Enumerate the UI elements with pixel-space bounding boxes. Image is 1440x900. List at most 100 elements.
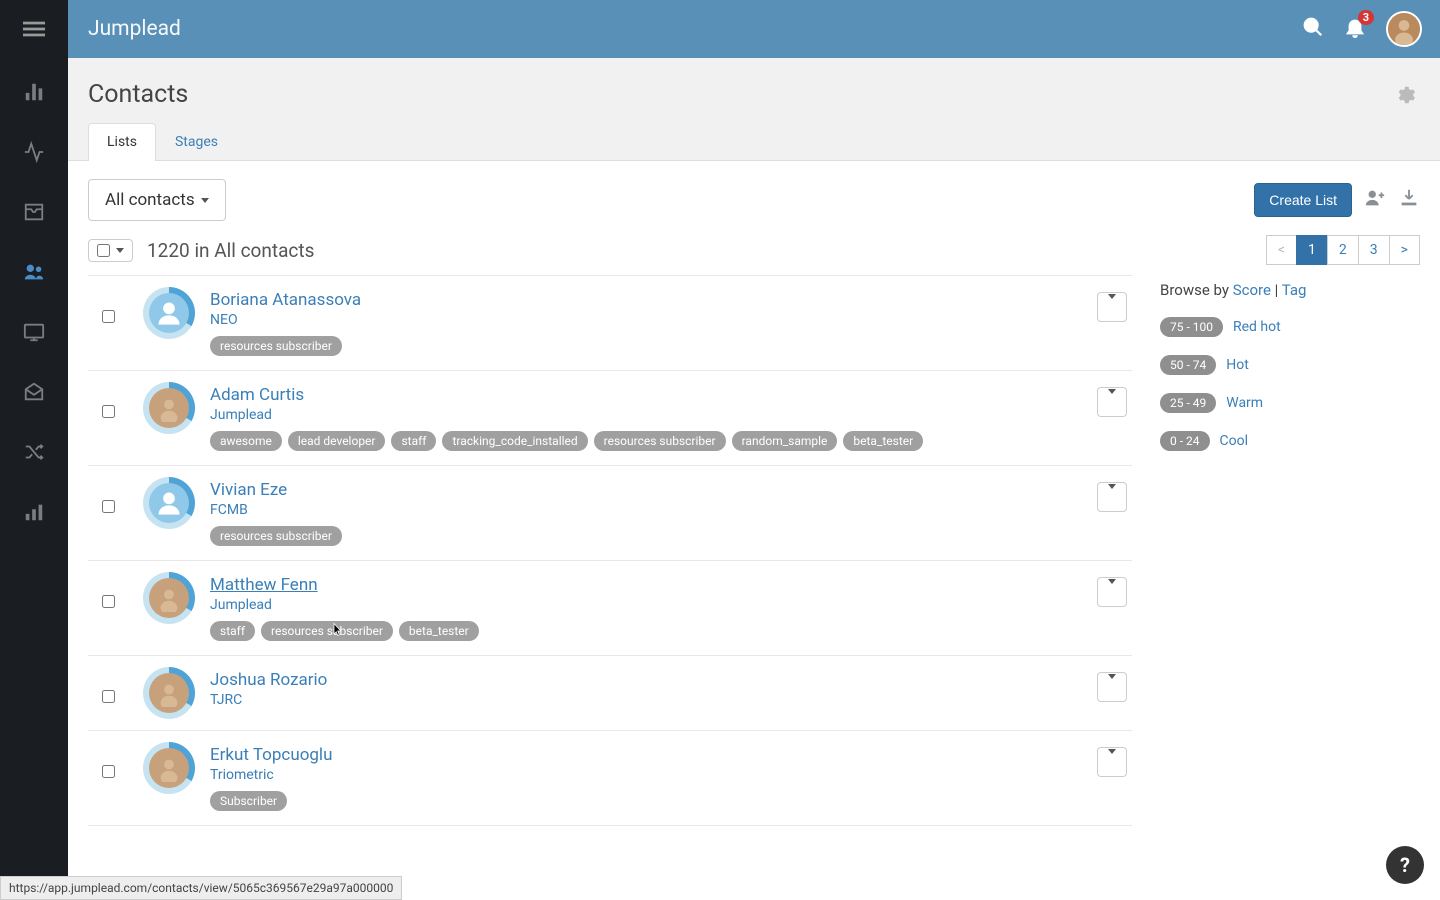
contact-company[interactable]: NEO [210,312,1074,328]
row-actions-dropdown[interactable] [1097,747,1127,777]
row-checkbox[interactable] [102,500,115,513]
contact-row: Vivian Eze FCMB resources subscriber [88,466,1132,561]
contact-avatar[interactable] [146,745,192,791]
tag-chip[interactable]: beta_tester [843,431,923,451]
create-list-button[interactable]: Create List [1254,183,1352,217]
nav-analytics-icon[interactable] [16,494,52,530]
pagination: < 1 2 3 > [1266,235,1420,265]
score-range-pill: 75 - 100 [1160,317,1223,337]
results-count: 1220 in All contacts [147,239,314,262]
page-title: Contacts [88,80,1420,109]
tag-chip[interactable]: resources subscriber [261,621,393,641]
contact-name[interactable]: Adam Curtis [210,385,1074,405]
contact-avatar[interactable] [146,575,192,621]
tag-chip[interactable]: staff [210,621,255,641]
settings-gear-icon[interactable] [1394,84,1416,110]
row-checkbox[interactable] [102,690,115,703]
page-2[interactable]: 2 [1327,235,1359,265]
contact-company[interactable]: FCMB [210,502,1074,518]
status-bar: https://app.jumplead.com/contacts/view/5… [0,876,402,900]
contacts-list: Boriana Atanassova NEO resources subscribe… [88,275,1132,826]
tag-chip[interactable]: awesome [210,431,282,451]
page-next[interactable]: > [1389,235,1420,265]
nav-activity-icon[interactable] [16,134,52,170]
nav-screens-icon[interactable] [16,314,52,350]
caret-down-icon [201,198,209,203]
score-label-link[interactable]: Red hot [1233,319,1281,335]
row-actions-dropdown[interactable] [1097,482,1127,512]
score-range-pill: 50 - 74 [1160,355,1216,375]
browse-sidebar: Browse by Score | Tag 75 - 100Red hot50 … [1160,275,1420,826]
user-avatar[interactable] [1386,11,1422,47]
nav-mail-icon[interactable] [16,374,52,410]
nav-inbox-icon[interactable] [16,194,52,230]
contact-avatar[interactable] [146,480,192,526]
contact-avatar[interactable] [146,385,192,431]
tag-chip[interactable]: Subscriber [210,791,287,811]
score-row: 75 - 100 Red hot [1160,317,1420,337]
browse-score-link[interactable]: Score [1233,281,1271,299]
contact-company[interactable]: Triometric [210,767,1074,783]
score-label-link[interactable]: Cool [1220,433,1249,449]
select-all-dropdown[interactable] [88,239,133,262]
contact-name[interactable]: Boriana Atanassova [210,290,1074,310]
notifications-badge: 3 [1358,10,1374,25]
topbar: Jumplead 3 [68,0,1440,58]
contact-company[interactable]: TJRC [210,692,1074,708]
download-icon[interactable] [1398,187,1420,213]
page-prev[interactable]: < [1266,235,1297,265]
contact-row: Erkut Topcuoglu Triometric Subscriber [88,731,1132,826]
contact-name[interactable]: Joshua Rozario [210,670,1074,690]
nav-contacts-icon[interactable] [16,254,52,290]
browse-tag-link[interactable]: Tag [1282,281,1307,299]
sidebar [0,0,68,900]
score-label-link[interactable]: Hot [1226,357,1249,373]
row-checkbox[interactable] [102,765,115,778]
row-actions-dropdown[interactable] [1097,292,1127,322]
score-range-pill: 25 - 49 [1160,393,1216,413]
tab-lists[interactable]: Lists [88,123,156,161]
nav-dashboard-icon[interactable] [16,74,52,110]
tag-chip[interactable]: resources subscriber [594,431,726,451]
contact-name[interactable]: Matthew Fenn [210,575,1074,595]
filter-dropdown[interactable]: All contacts [88,179,226,221]
row-actions-dropdown[interactable] [1097,672,1127,702]
search-icon[interactable] [1302,16,1324,42]
select-all-checkbox[interactable] [97,244,110,257]
contact-avatar[interactable] [146,290,192,336]
tag-chip[interactable]: lead developer [288,431,386,451]
score-label-link[interactable]: Warm [1226,395,1263,411]
notifications-icon[interactable]: 3 [1344,16,1366,42]
tag-chip[interactable]: resources subscriber [210,336,342,356]
tag-chip[interactable]: staff [391,431,436,451]
add-contact-icon[interactable] [1364,187,1386,213]
help-fab[interactable]: ? [1386,846,1424,884]
page-1[interactable]: 1 [1296,235,1328,265]
tag-chip[interactable]: beta_tester [399,621,479,641]
tag-chip[interactable]: resources subscriber [210,526,342,546]
contact-company[interactable]: Jumplead [210,597,1074,613]
nav-shuffle-icon[interactable] [16,434,52,470]
contact-avatar[interactable] [146,670,192,716]
tag-chip[interactable]: tracking_code_installed [442,431,587,451]
row-actions-dropdown[interactable] [1097,387,1127,417]
row-checkbox[interactable] [102,310,115,323]
tab-stages[interactable]: Stages [156,123,237,160]
filter-label: All contacts [105,190,195,210]
contact-name[interactable]: Erkut Topcuoglu [210,745,1074,765]
contact-company[interactable]: Jumplead [210,407,1074,423]
brand-logo[interactable]: Jumplead [88,17,181,41]
row-checkbox[interactable] [102,405,115,418]
page-3[interactable]: 3 [1358,235,1390,265]
contact-row: Matthew Fenn Jumplead staff resources subsc… [88,561,1132,656]
score-row: 25 - 49 Warm [1160,393,1420,413]
contact-name[interactable]: Vivian Eze [210,480,1074,500]
contact-row: Adam Curtis Jumplead awesome lead developer… [88,371,1132,466]
tag-chip[interactable]: random_sample [732,431,838,451]
row-actions-dropdown[interactable] [1097,577,1127,607]
row-checkbox[interactable] [102,595,115,608]
page-header: Contacts Lists Stages [68,58,1440,161]
score-row: 50 - 74 Hot [1160,355,1420,375]
hamburger-menu-icon[interactable] [23,18,45,44]
caret-down-icon [116,248,124,253]
